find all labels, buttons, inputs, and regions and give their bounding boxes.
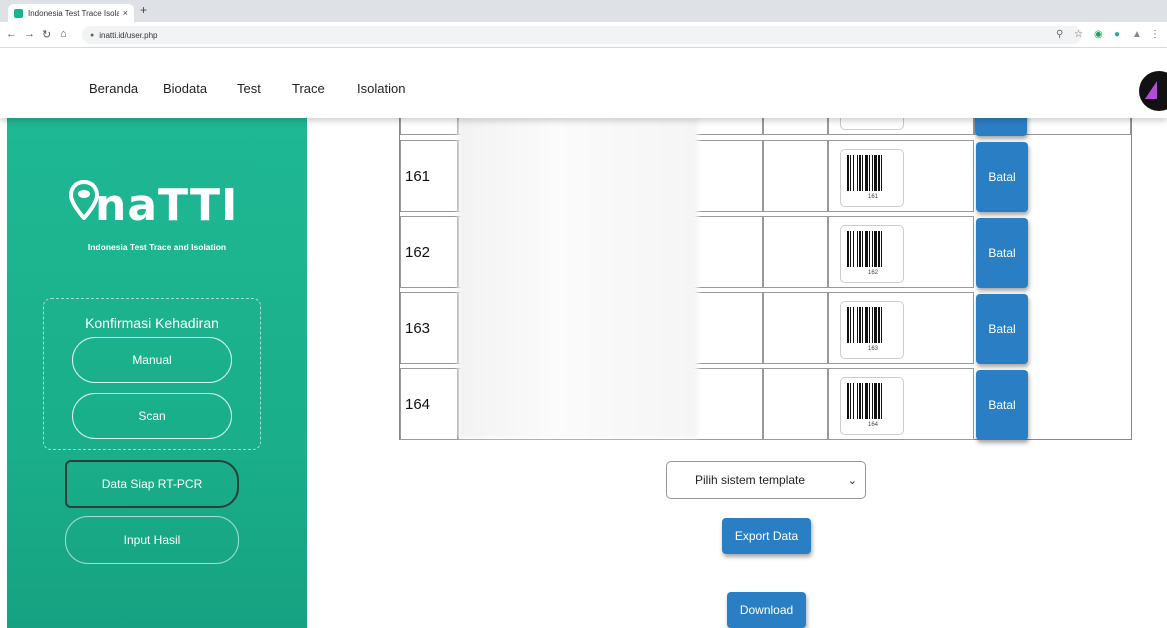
barcode-cell: 164 xyxy=(828,368,974,440)
barcode-bars xyxy=(847,155,882,191)
logo-subtitle: Indonesia Test Trace and Isolation xyxy=(87,242,227,252)
row-number: 163 xyxy=(400,292,458,364)
nav-test[interactable]: Test xyxy=(237,81,261,96)
empty-cell xyxy=(763,216,828,288)
barcode-image: 163 xyxy=(840,301,904,359)
barcode-bars xyxy=(847,383,882,419)
star-icon[interactable]: ☆ xyxy=(1074,29,1083,40)
batal-button[interactable]: Batal xyxy=(976,142,1028,212)
data-siap-rt-pcr-button[interactable]: Data Siap RT-PCR xyxy=(65,460,239,508)
empty-cell xyxy=(763,140,828,212)
back-icon[interactable]: ← xyxy=(6,28,17,40)
favicon-icon xyxy=(14,8,23,18)
avatar[interactable] xyxy=(1139,71,1167,111)
zoom-icon[interactable]: ⚲ xyxy=(1056,29,1063,40)
batal-button[interactable]: Batal xyxy=(976,294,1028,364)
browser-tab-bar: Indonesia Test Trace Isolation × + xyxy=(0,0,1167,22)
sidebar: naTTI Indonesia Test Trace and Isolation… xyxy=(7,118,307,628)
browser-address-bar: ← → ↻ ⌂ ● inatti.id/user.php ⚲ ☆ ◉ ● ▲ ⋮ xyxy=(0,22,1167,48)
nav-beranda[interactable]: Beranda xyxy=(89,81,138,96)
logo-text: naTTI xyxy=(95,180,239,231)
empty-cell xyxy=(763,292,828,364)
chevron-down-icon: ⌄ xyxy=(847,475,857,487)
barcode-number: 161 xyxy=(867,194,878,200)
barcode-number: 163 xyxy=(867,346,878,352)
download-button[interactable]: Download xyxy=(727,592,806,628)
reload-icon[interactable]: ↻ xyxy=(42,28,51,41)
barcode-number: 162 xyxy=(867,270,878,276)
barcode-image: 162 xyxy=(840,225,904,283)
lock-icon: ● xyxy=(90,31,95,39)
nav-biodata[interactable]: Biodata xyxy=(163,81,207,96)
site-navbar: Beranda Biodata Test Trace Isolation xyxy=(0,48,1167,118)
row-number: 164 xyxy=(400,368,458,440)
barcode-cell: 162 xyxy=(828,216,974,288)
home-icon[interactable]: ⌂ xyxy=(60,28,67,40)
batal-button[interactable]: Batal xyxy=(976,218,1028,288)
barcode-image: 164 xyxy=(840,377,904,435)
barcode-cell: 161 xyxy=(828,140,974,212)
action-cell: Batal xyxy=(974,216,1131,288)
manual-button[interactable]: Manual xyxy=(72,337,232,383)
menu-icon[interactable]: ⋮ xyxy=(1150,29,1160,40)
konfirmasi-title: Konfirmasi Kehadiran xyxy=(85,315,219,331)
template-select[interactable]: Pilih sistem template ⌄ xyxy=(666,461,866,499)
scan-button[interactable]: Scan xyxy=(72,393,232,439)
extension-icon[interactable]: ▲ xyxy=(1132,29,1142,40)
nav-trace[interactable]: Trace xyxy=(292,81,325,96)
row-number: 162 xyxy=(400,216,458,288)
nav-isolation[interactable]: Isolation xyxy=(357,81,405,96)
barcode-bars xyxy=(847,307,882,343)
action-cell: Batal xyxy=(974,368,1131,440)
barcode-image: 161 xyxy=(840,149,904,207)
barcode-bars xyxy=(847,231,882,267)
tab-title: Indonesia Test Trace Isolation xyxy=(28,8,119,18)
tab-close-icon[interactable]: × xyxy=(123,8,128,18)
url-field[interactable]: ● inatti.id/user.php xyxy=(82,26,1082,44)
url-text: inatti.id/user.php xyxy=(99,30,158,40)
input-hasil-button[interactable]: Input Hasil xyxy=(65,516,239,564)
redacted-name-area xyxy=(458,118,698,438)
barcode-cell: 163 xyxy=(828,292,974,364)
new-tab-button[interactable]: + xyxy=(140,3,147,17)
browser-tab[interactable]: Indonesia Test Trace Isolation × xyxy=(8,4,134,22)
template-select-value: Pilih sistem template xyxy=(695,473,806,487)
forward-icon[interactable]: → xyxy=(24,28,35,40)
batal-button[interactable]: Batal xyxy=(976,370,1028,440)
empty-cell xyxy=(763,368,828,440)
action-cell: Batal xyxy=(974,140,1131,212)
action-cell: Batal xyxy=(974,292,1131,364)
barcode-number: 164 xyxy=(867,422,878,428)
row-number: 161 xyxy=(400,140,458,212)
export-data-button[interactable]: Export Data xyxy=(722,518,811,554)
extension-icon[interactable]: ◉ xyxy=(1094,29,1103,40)
konfirmasi-kehadiran-panel: Konfirmasi Kehadiran Manual Scan xyxy=(43,298,261,450)
inatti-logo: naTTI xyxy=(69,180,259,240)
extension-icon[interactable]: ● xyxy=(1114,29,1120,40)
